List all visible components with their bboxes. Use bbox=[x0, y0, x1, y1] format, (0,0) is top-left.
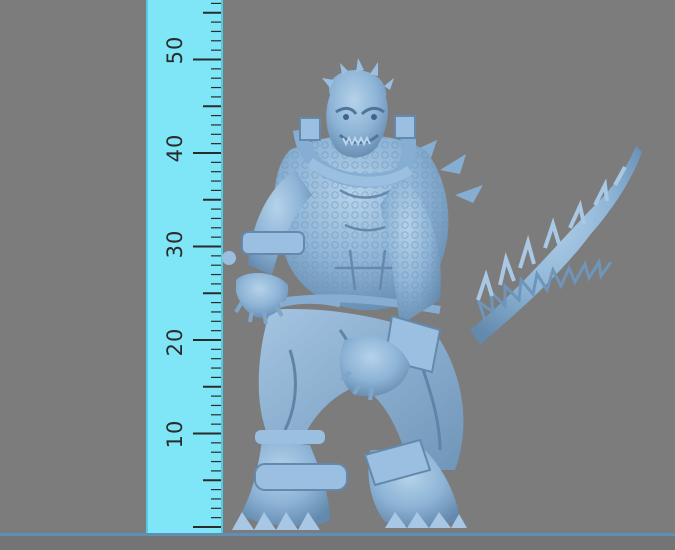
monster-figure bbox=[222, 58, 642, 530]
render-scene: 50 40 30 20 10 bbox=[0, 0, 675, 550]
tail bbox=[470, 146, 642, 345]
